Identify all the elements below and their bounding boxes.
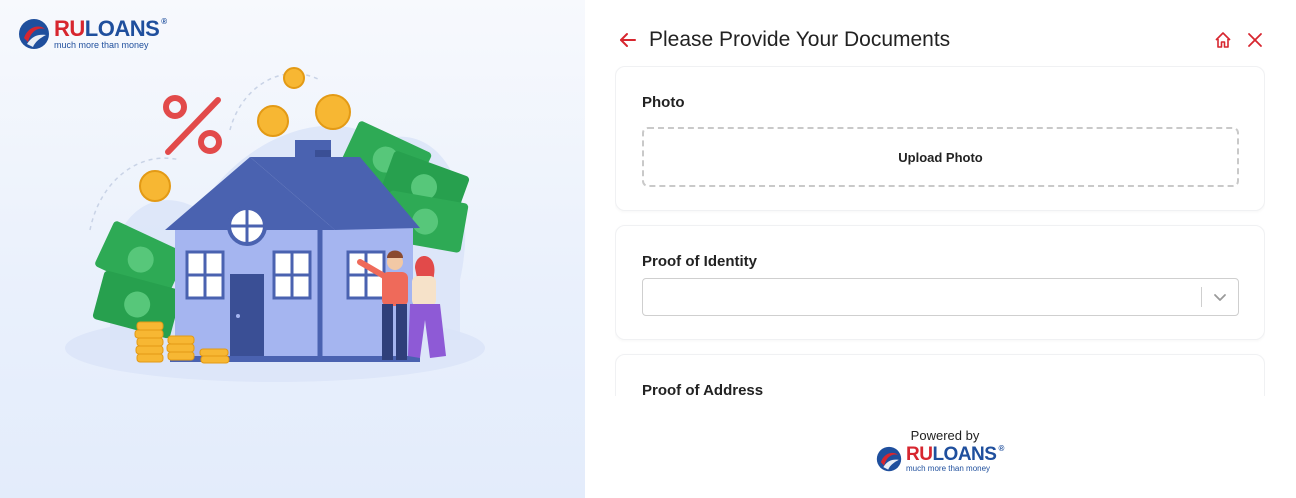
proof-of-address-label: Proof of Address: [642, 382, 764, 396]
ruloans-logo: RULOANS ® much more than money: [18, 18, 167, 50]
ruloans-logo-icon: [876, 446, 902, 472]
powered-by-footer: Powered by RULOANS ® much more than money: [870, 428, 1020, 473]
page-title: Please Provide Your Documents: [649, 28, 951, 51]
footer-brand-tagline: much more than money: [906, 464, 991, 473]
photo-label: Photo: [642, 94, 685, 111]
chevron-down-icon[interactable]: [1212, 289, 1228, 305]
left-panel: RULOANS ® much more than money: [0, 0, 585, 498]
back-button[interactable]: [617, 29, 639, 51]
home-icon: [1215, 32, 1231, 48]
brand-tagline: much more than money: [54, 40, 149, 50]
document-upload-panel: Please Provide Your Documents Photo Uplo…: [585, 0, 1296, 498]
documents-scroll-area[interactable]: Photo Upload Photo Proof of Identity Pro…: [615, 66, 1265, 396]
photo-card: Photo Upload Photo: [615, 66, 1265, 211]
arrow-left-icon: [620, 33, 636, 47]
close-icon: [1248, 33, 1262, 47]
address-card: Proof of Address: [615, 354, 1265, 396]
percent-icon: [163, 95, 222, 155]
home-button[interactable]: [1213, 30, 1233, 50]
identity-card: Proof of Identity: [615, 225, 1265, 340]
powered-by-text: Powered by: [910, 428, 980, 443]
footer-ruloans-logo: RULOANS ® much more than money: [876, 445, 1026, 473]
upload-photo-button[interactable]: Upload Photo: [642, 127, 1239, 187]
ruloans-logo-icon: [19, 19, 49, 49]
brand-name: RULOANS ®: [54, 16, 167, 41]
page-header: Please Provide Your Documents: [617, 24, 1265, 56]
proof-of-identity-label: Proof of Identity: [642, 253, 757, 270]
close-button[interactable]: [1245, 30, 1265, 50]
proof-of-identity-select[interactable]: [642, 278, 1239, 316]
footer-brand-name: RULOANS ®: [906, 444, 1004, 465]
house-loan-illustration: [65, 67, 485, 382]
select-separator: [1201, 287, 1202, 307]
